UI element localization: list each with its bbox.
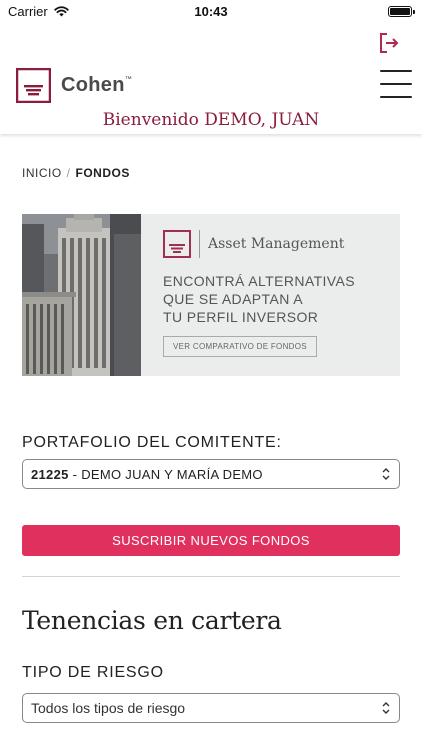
portfolio-select[interactable]: 21225 - DEMO JUAN Y MARÍA DEMO [22, 459, 400, 489]
breadcrumb-separator: / [66, 166, 71, 180]
holdings-title: Tenencias en cartera [22, 606, 282, 635]
city-buildings-photo [22, 214, 141, 376]
risk-type-label: TIPO DE RIESGO [22, 664, 164, 681]
breadcrumb-home[interactable]: INICIO [22, 166, 62, 180]
welcome-prefix: Bienvenido [102, 110, 199, 130]
risk-type-select[interactable]: Todos los tipos de riesgo [22, 693, 400, 723]
banner-headline-line2: QUE SE ADAPTAN A [163, 291, 303, 307]
portfolio-label: PORTAFOLIO DEL COMITENTE: [22, 434, 282, 451]
brand-divider [199, 230, 200, 258]
up-down-chevron-icon [382, 702, 390, 714]
banner-content: Asset Management ENCONTRÁ ALTERNATIVAS Q… [141, 214, 400, 376]
welcome-message: Bienvenido DEMO, JUAN [0, 110, 422, 130]
cohen-logo-mark-icon [163, 230, 191, 258]
asset-management-label: Asset Management [208, 236, 345, 252]
up-down-chevron-icon [382, 468, 390, 480]
breadcrumb: INICIO / FONDOS [22, 166, 130, 180]
risk-type-value: Todos los tipos de riesgo [31, 700, 186, 716]
cohen-logo-mark-icon [16, 68, 51, 103]
hamburger-menu-icon[interactable] [380, 70, 412, 98]
app-header: Cohen™ Bienvenido DEMO, JUAN [0, 24, 422, 134]
logo-wordmark: Cohen™ [61, 74, 133, 96]
banner-headline-line1: ENCONTRÁ ALTERNATIVAS [163, 273, 355, 289]
cohen-logo[interactable]: Cohen™ [16, 68, 132, 103]
portfolio-code: 21225 [31, 466, 69, 482]
subscribe-new-funds-button[interactable]: SUSCRIBIR NUEVOS FONDOS [22, 525, 400, 556]
status-bar: Carrier 10:43 [0, 0, 422, 24]
promo-banner[interactable]: Asset Management ENCONTRÁ ALTERNATIVAS Q… [22, 214, 400, 376]
section-divider [22, 576, 400, 577]
status-time: 10:43 [194, 4, 228, 19]
user-name: DEMO, JUAN [204, 110, 320, 130]
logout-icon[interactable] [378, 32, 400, 54]
battery-icon [388, 6, 415, 17]
banner-headline-line3: TU PERFIL INVERSOR [163, 309, 319, 325]
asset-management-brand: Asset Management [163, 230, 400, 258]
breadcrumb-current: FONDOS [75, 166, 130, 180]
compare-funds-button[interactable]: VER COMPARATIVO DE FONDOS [163, 336, 317, 357]
portfolio-name: - DEMO JUAN Y MARÍA DEMO [72, 466, 263, 482]
